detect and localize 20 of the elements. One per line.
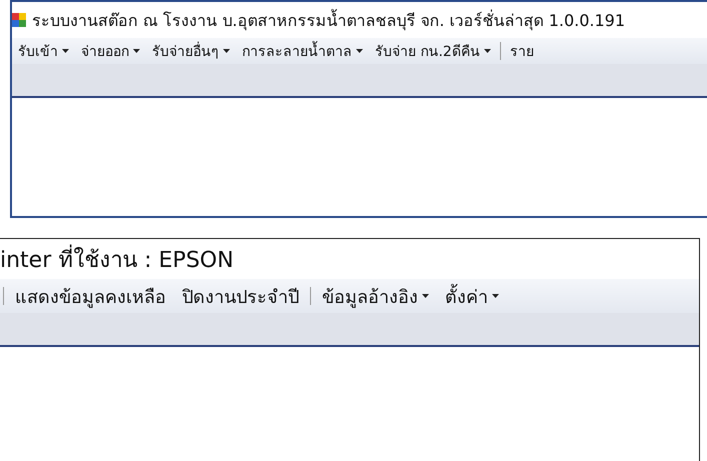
caret-icon bbox=[422, 294, 429, 298]
menu-item[interactable]: แสดงข้อมูลคงเหลือ bbox=[7, 282, 174, 310]
menu-item[interactable]: จ่ายออก bbox=[75, 40, 146, 62]
menu-item[interactable]: ตั้งค่า bbox=[437, 282, 507, 310]
caret-icon bbox=[356, 49, 363, 53]
caret-icon bbox=[62, 49, 69, 53]
window-title: ระบบงานสต๊อก ณ โรงงาน บ.อุตสาหกรรมน้ำตาลชลบุรี จก. เวอร์ชั่นล่าสุด 1.0.0.191 bbox=[32, 8, 626, 32]
app-icon bbox=[12, 13, 26, 27]
menu-item[interactable]: รับจ่าย กน.2ดีคืน bbox=[369, 40, 497, 62]
caret-icon bbox=[492, 294, 499, 298]
menu-item[interactable]: รับเข้า bbox=[12, 40, 75, 62]
caret-icon bbox=[484, 49, 491, 53]
caret-icon bbox=[223, 49, 230, 53]
caret-icon bbox=[133, 49, 140, 53]
menu-item[interactable]: ราย bbox=[504, 40, 540, 62]
window-title: inter ที่ใช้งาน : EPSON bbox=[0, 242, 234, 276]
menu-item[interactable]: ข้อมูลอ้างอิง bbox=[314, 282, 437, 310]
menu-item[interactable]: การละลายน้ำตาล bbox=[236, 40, 369, 62]
menu-item[interactable]: รับจ่ายอื่นๆ bbox=[146, 40, 236, 62]
menu-item[interactable]: ปิดงานประจำปี bbox=[174, 282, 307, 310]
